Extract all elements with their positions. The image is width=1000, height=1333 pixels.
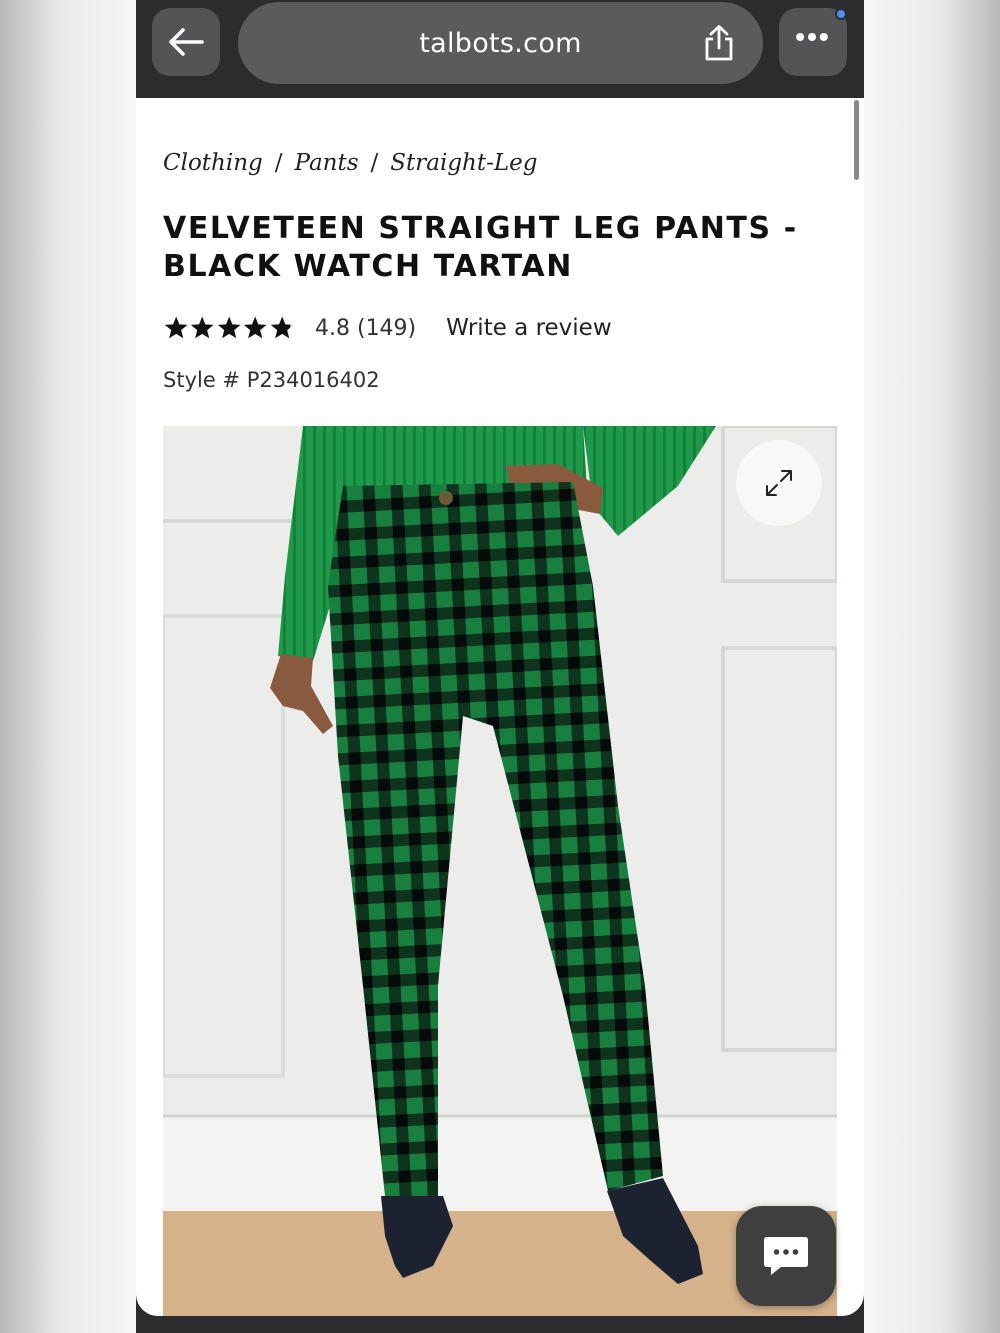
url-text: talbots.com	[419, 27, 582, 59]
star-icon	[217, 316, 241, 339]
star-rating[interactable]	[163, 315, 295, 341]
expand-icon	[766, 470, 792, 496]
breadcrumb-item-straight-leg[interactable]: Straight-Leg	[390, 150, 537, 176]
browser-toolbar: talbots.com •••	[136, 0, 864, 98]
expand-image-button[interactable]	[736, 440, 822, 526]
arrow-left-icon	[169, 28, 204, 56]
page-content: Clothing / Pants / Straight-Leg VELVETEEN ST…	[136, 98, 864, 1316]
style-number: Style # P234016402	[163, 368, 380, 392]
product-photo[interactable]	[163, 426, 837, 1316]
write-review-link[interactable]: Write a review	[446, 315, 612, 341]
breadcrumb-separator: /	[370, 150, 379, 176]
star-partial-icon	[270, 316, 294, 339]
phone-frame: talbots.com ••• Clothing / Pants / Straight-…	[136, 0, 864, 1333]
breadcrumb-separator: /	[274, 150, 283, 176]
rating-row: 4.8 (149) Write a review	[163, 310, 612, 346]
scrollbar[interactable]	[854, 100, 859, 180]
share-icon[interactable]	[701, 24, 737, 62]
notification-dot	[835, 8, 847, 20]
breadcrumb: Clothing / Pants / Straight-Leg	[163, 150, 538, 176]
back-button[interactable]	[152, 8, 220, 76]
breadcrumb-item-clothing[interactable]: Clothing	[163, 150, 263, 176]
chat-button[interactable]	[736, 1206, 836, 1306]
product-photo-illustration	[163, 426, 837, 1316]
star-icon	[191, 316, 214, 339]
chat-bubble-icon	[764, 1237, 808, 1275]
breadcrumb-item-pants[interactable]: Pants	[295, 150, 359, 176]
rating-summary[interactable]: 4.8 (149)	[315, 316, 416, 341]
star-icon	[243, 316, 267, 339]
more-dots-icon: •••	[795, 21, 831, 52]
star-icon	[164, 316, 188, 339]
product-title: VELVETEEN STRAIGHT LEG PANTS - BLACK WAT…	[163, 211, 798, 284]
address-bar[interactable]: talbots.com	[238, 2, 763, 84]
